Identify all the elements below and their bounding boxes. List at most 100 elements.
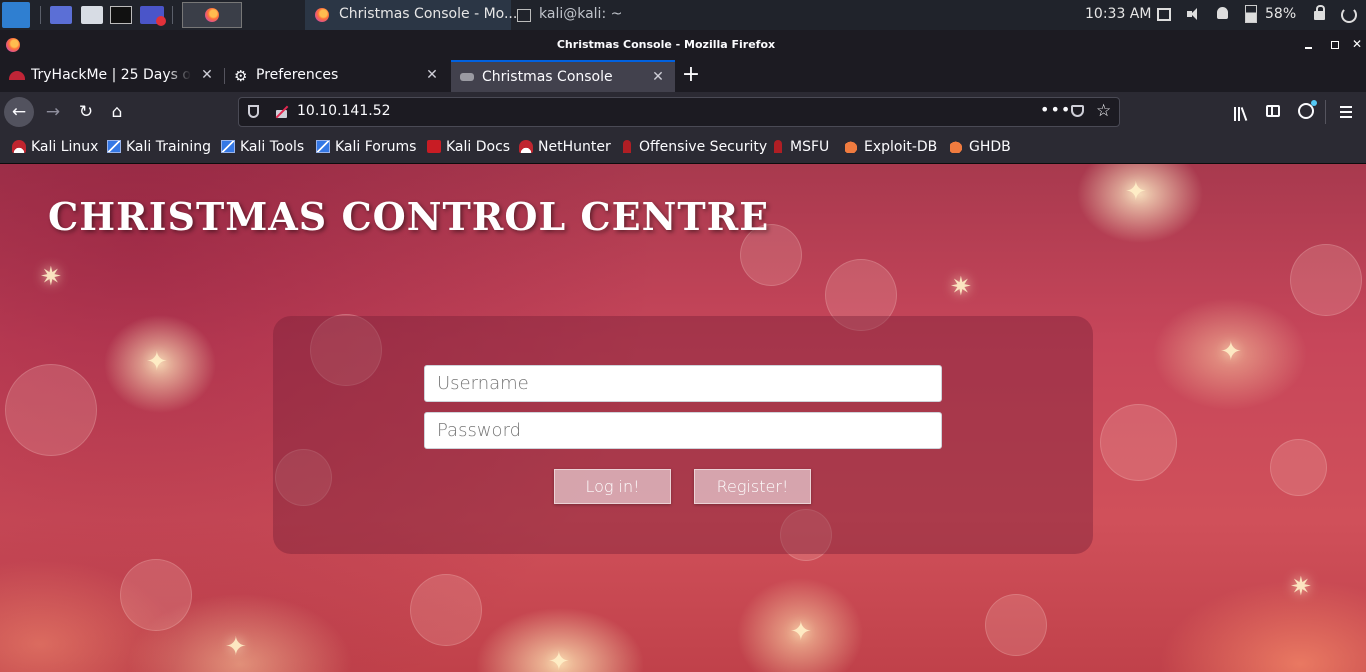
bookmark-kali-docs[interactable]: Kali Docs (427, 139, 510, 155)
hamburger-menu-icon[interactable] (1338, 105, 1354, 119)
tab-close-icon[interactable]: ✕ (423, 66, 441, 84)
sidebar-toggle-icon[interactable] (1266, 105, 1280, 117)
bookmark-label: Kali Training (126, 139, 211, 155)
bokeh-decoration (1290, 244, 1362, 316)
lock-screen-icon[interactable] (1314, 5, 1325, 20)
firefox-launcher-button[interactable] (182, 2, 242, 28)
bokeh-decoration (985, 594, 1047, 656)
kali-menu-icon[interactable] (2, 2, 30, 28)
bookmark-label: Kali Tools (240, 139, 305, 155)
bokeh-decoration (5, 364, 97, 456)
reload-button[interactable]: ↻ (71, 97, 101, 127)
page-title: CHRISTMAS CONTROL CENTRE (48, 194, 770, 239)
tab-tryhackme[interactable]: TryHackMe | 25 Days of Cyber Security ✕ (0, 60, 224, 92)
taskbar-window-label: kali@kali: ~ (539, 6, 623, 22)
account-icon[interactable] (1298, 100, 1317, 119)
volume-icon[interactable] (1187, 7, 1201, 21)
taskbar-window-terminal[interactable]: kali@kali: ~ (511, 0, 731, 30)
notification-bell-icon[interactable] (1217, 7, 1228, 19)
bookmarks-toolbar: Kali Linux Kali Training Kali Tools Kali… (0, 132, 1366, 164)
close-window-icon[interactable]: ✕ (1350, 37, 1364, 51)
taskbar-window-label: Christmas Console - Mo... (339, 6, 518, 22)
kali-tools-icon (221, 140, 235, 153)
new-tab-button[interactable]: + (679, 63, 703, 87)
kali-icon (12, 140, 26, 153)
bookmark-exploit-db[interactable]: Exploit-DB (845, 139, 937, 155)
bookmark-label: Exploit-DB (864, 139, 938, 155)
battery-percent: 58% (1265, 6, 1297, 22)
home-button[interactable]: ⌂ (102, 97, 132, 127)
bookmark-star-icon[interactable]: ☆ (1096, 101, 1111, 121)
username-input[interactable] (424, 365, 942, 402)
page-icon (460, 73, 474, 81)
navigation-toolbar: ← → ↻ ⌂ 10.10.141.52 ••• ☆ (0, 92, 1366, 132)
bookmark-label: Offensive Security (639, 139, 768, 155)
tab-christmas-console[interactable]: Christmas Console ✕ (451, 60, 675, 92)
kali-docs-icon (427, 140, 441, 153)
sparkle-decoration: ✦ (146, 347, 168, 377)
offsec-icon (623, 140, 631, 153)
password-input[interactable] (424, 412, 942, 449)
bookmark-nethunter[interactable]: NetHunter (519, 139, 611, 155)
tracking-protection-shield-icon[interactable] (248, 105, 259, 118)
sparkle-decoration: ✷ (40, 262, 62, 292)
terminal-icon (517, 9, 531, 22)
back-button[interactable]: ← (4, 97, 34, 127)
bookmark-msfu[interactable]: MSFU (771, 139, 829, 155)
bookmark-kali-training[interactable]: Kali Training (107, 139, 211, 155)
window-titlebar: Christmas Console - Mozilla Firefox ✕ (0, 30, 1366, 60)
bookmark-label: Kali Docs (446, 139, 511, 155)
bookmark-label: NetHunter (538, 139, 611, 155)
terminal-launcher-icon[interactable] (110, 6, 132, 24)
tab-label: TryHackMe | 25 Days of Cyber Security (31, 67, 191, 83)
maximize-icon[interactable] (1328, 37, 1342, 51)
show-desktop-icon[interactable] (50, 6, 72, 24)
msfu-icon (774, 140, 782, 153)
bookmark-kali-linux[interactable]: Kali Linux (12, 139, 98, 155)
minimize-icon[interactable] (1302, 37, 1316, 51)
display-icon[interactable] (1157, 8, 1171, 21)
bookmark-label: Kali Forums (335, 139, 417, 155)
tab-preferences[interactable]: ⚙ Preferences ✕ (225, 60, 449, 92)
bokeh-decoration (1270, 439, 1327, 496)
firefox-icon (315, 8, 329, 22)
bookmark-kali-tools[interactable]: Kali Tools (221, 139, 304, 155)
page-actions-icon[interactable]: ••• (1040, 100, 1071, 119)
tab-close-icon[interactable]: ✕ (649, 68, 667, 86)
sparkle-decoration: ✷ (950, 272, 972, 302)
sparkle-decoration: ✦ (225, 632, 247, 662)
insecure-connection-icon[interactable] (275, 105, 288, 119)
bokeh-decoration (1100, 404, 1177, 481)
pocket-icon[interactable] (1071, 105, 1084, 117)
tab-close-icon[interactable]: ✕ (198, 66, 216, 84)
login-button[interactable]: Log in! (554, 469, 671, 504)
battery-icon[interactable] (1245, 5, 1257, 23)
login-panel: Log in! Register! (273, 316, 1093, 554)
ghdb-icon (950, 140, 964, 153)
bookmark-kali-forums[interactable]: Kali Forums (316, 139, 416, 155)
url-text[interactable]: 10.10.141.52 (297, 103, 391, 119)
bookmark-offensive-security[interactable]: Offensive Security (620, 139, 767, 155)
bokeh-decoration (410, 574, 482, 646)
taskbar-window-firefox[interactable]: Christmas Console - Mo... (305, 0, 517, 30)
bookmark-ghdb[interactable]: GHDB (950, 139, 1011, 155)
clock[interactable]: 10:33 AM (1085, 6, 1151, 22)
screen-recorder-icon[interactable] (140, 6, 166, 26)
kali-training-icon (107, 140, 121, 153)
taskbar-separator (40, 6, 41, 24)
os-taskbar: Christmas Console - Mo... kali@kali: ~ 1… (0, 0, 1366, 30)
tryhackme-icon (9, 69, 25, 81)
kali-forums-icon (316, 140, 330, 153)
power-icon[interactable] (1341, 7, 1357, 23)
forward-button[interactable]: → (38, 97, 68, 127)
file-manager-icon[interactable] (81, 6, 103, 24)
nethunter-icon (519, 140, 533, 153)
register-button[interactable]: Register! (694, 469, 811, 504)
url-bar[interactable]: 10.10.141.52 ••• ☆ (238, 97, 1120, 127)
firefox-icon (205, 8, 219, 22)
bokeh-decoration (120, 559, 192, 631)
sparkle-decoration: ✦ (548, 647, 570, 672)
page-content: ✦ ✦ ✦ ✦ ✦ ✦ ✷ ✷ ✷ CHRISTMAS CONTROL CENT… (0, 164, 1366, 672)
library-icon[interactable] (1232, 103, 1250, 121)
bookmark-label: Kali Linux (31, 139, 99, 155)
